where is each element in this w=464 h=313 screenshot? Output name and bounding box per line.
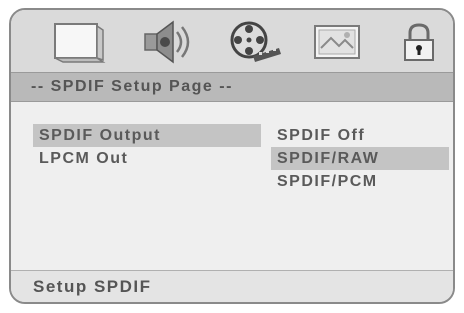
speaker-icon[interactable] xyxy=(139,18,199,66)
film-reel-icon[interactable] xyxy=(223,18,283,66)
settings-content: SPDIF Output LPCM Out SPDIF Off SPDIF/RA… xyxy=(11,102,453,270)
status-bar: Setup SPDIF xyxy=(11,270,453,302)
option-spdif-off[interactable]: SPDIF Off xyxy=(271,124,449,147)
icon-bar xyxy=(11,10,453,72)
option-spdif-pcm[interactable]: SPDIF/PCM xyxy=(271,170,449,193)
page-title: -- SPDIF Setup Page -- xyxy=(31,78,233,95)
osd-setup-panel: -- SPDIF Setup Page -- SPDIF Output LPCM… xyxy=(9,8,455,304)
page-header: -- SPDIF Setup Page -- xyxy=(11,72,453,102)
lock-icon[interactable] xyxy=(389,18,449,66)
option-spdif-raw[interactable]: SPDIF/RAW xyxy=(271,147,449,170)
menu-item-lpcm-out[interactable]: LPCM Out xyxy=(33,147,261,170)
picture-icon[interactable] xyxy=(307,18,367,66)
monitor-icon[interactable] xyxy=(49,18,109,66)
menu-item-spdif-output[interactable]: SPDIF Output xyxy=(33,124,261,147)
status-text: Setup SPDIF xyxy=(33,277,152,296)
